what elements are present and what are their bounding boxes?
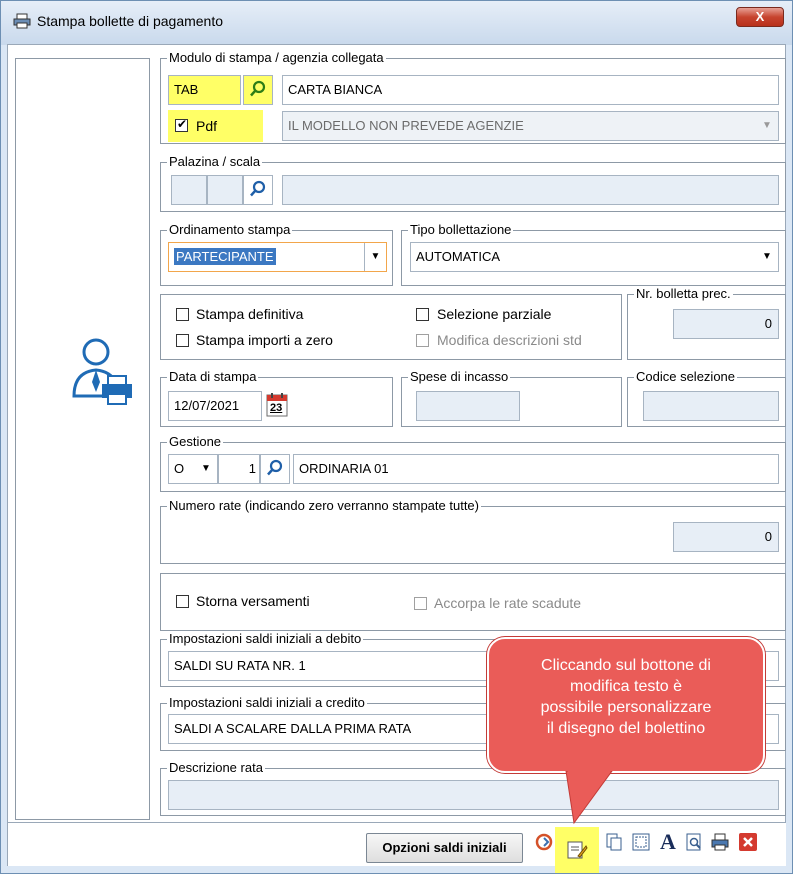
descrizione-rata-field[interactable]: [168, 780, 779, 810]
search-icon: [266, 459, 284, 480]
accorpa-rate-label: Accorpa le rate scadute: [434, 595, 582, 611]
agency-value: IL MODELLO NON PREVEDE AGENZIE: [288, 118, 524, 133]
spese-field[interactable]: [416, 391, 520, 421]
ordinamento-value: PARTECIPANTE: [174, 248, 276, 265]
edit-text-icon: [567, 841, 588, 859]
numero-rate-legend: Numero rate (indicando zero verranno sta…: [167, 498, 481, 513]
pdf-label: Pdf: [196, 118, 218, 134]
storna-versamenti-label: Storna versamenti: [196, 593, 310, 609]
stampa-definitiva-label: Stampa definitiva: [196, 306, 304, 322]
modulo-description-field[interactable]: CARTA BIANCA: [282, 75, 779, 105]
gestione-number-field[interactable]: 1: [218, 454, 260, 484]
gestione-description-field[interactable]: ORDINARIA 01: [293, 454, 779, 484]
printer-icon: [13, 13, 31, 32]
gestione-search-button[interactable]: [260, 454, 290, 484]
gestione-legend: Gestione: [167, 434, 224, 449]
agency-combo[interactable]: IL MODELLO NON PREVEDE AGENZIE ▼: [282, 111, 779, 141]
pdf-checkbox[interactable]: [175, 117, 188, 132]
group-options: [160, 294, 622, 360]
chevron-down-icon: ▼: [201, 463, 211, 474]
modulo-code-field[interactable]: TAB: [168, 75, 241, 105]
copy-icon: [606, 833, 622, 851]
selezione-parziale-checkbox[interactable]: [416, 308, 429, 321]
tipo-legend: Tipo bollettazione: [408, 222, 514, 237]
search-icon: [249, 180, 267, 201]
opzioni-saldi-button[interactable]: Opzioni saldi iniziali: [366, 833, 523, 863]
modulo-legend: Modulo di stampa / agenzia collegata: [167, 50, 386, 65]
numero-rate-field[interactable]: 0: [673, 522, 779, 552]
palazzina-description-field[interactable]: [282, 175, 779, 205]
tipo-combo[interactable]: AUTOMATICA ▼: [410, 242, 779, 272]
nr-bolletta-legend: Nr. bolletta prec.: [634, 286, 733, 301]
data-stampa-field[interactable]: 12/07/2021: [168, 391, 262, 421]
modifica-descrizioni-checkbox[interactable]: [416, 334, 429, 347]
data-stampa-legend: Data di stampa: [167, 369, 259, 384]
left-panel: [15, 58, 150, 820]
tooltip-callout: Cliccando sul bottone di modifica testo …: [487, 637, 765, 773]
window-title: Stampa bollette di pagamento: [37, 13, 224, 29]
nr-bolletta-field[interactable]: 0: [673, 309, 779, 339]
palazzina-field-2[interactable]: [207, 175, 243, 205]
close-dialog-button[interactable]: [736, 829, 760, 855]
close-button[interactable]: X: [736, 7, 784, 27]
chevron-down-icon: ▼: [762, 251, 772, 262]
palazzina-legend: Palazina / scala: [167, 154, 263, 169]
preview-button[interactable]: [682, 829, 706, 855]
chevron-down-icon: ▼: [762, 120, 772, 131]
accorpa-rate-checkbox[interactable]: [414, 597, 427, 610]
palazzina-field-1[interactable]: [171, 175, 207, 205]
printer-icon: [711, 833, 729, 851]
stampa-importi-zero-label: Stampa importi a zero: [196, 332, 333, 348]
calendar-button[interactable]: 23: [266, 392, 288, 418]
storna-versamenti-checkbox[interactable]: [176, 595, 189, 608]
refresh-button[interactable]: [532, 829, 556, 855]
callout-tail: [565, 771, 613, 825]
close-icon: [739, 833, 757, 851]
copy-button[interactable]: [602, 829, 626, 855]
saldi-credito-legend: Impostazioni saldi iniziali a credito: [167, 695, 367, 710]
ordinamento-legend: Ordinamento stampa: [167, 222, 293, 237]
title-bar: Stampa bollette di pagamento X: [1, 1, 792, 45]
stampa-importi-zero-checkbox[interactable]: [176, 334, 189, 347]
spese-legend: Spese di incasso: [408, 369, 511, 384]
descrizione-rata-legend: Descrizione rata: [167, 760, 265, 775]
modulo-search-button[interactable]: [243, 75, 273, 105]
ordinamento-combo[interactable]: PARTECIPANTE ▼: [168, 242, 387, 272]
modifica-descrizioni-label: Modifica descrizioni std: [437, 332, 582, 348]
codice-legend: Codice selezione: [634, 369, 738, 384]
stampa-definitiva-checkbox[interactable]: [176, 308, 189, 321]
callout-line-2: modifica testo è: [569, 678, 683, 695]
edit-text-button[interactable]: [555, 827, 599, 873]
callout-line-1: Cliccando sul bottone di: [541, 657, 711, 674]
callout-line-3: possibile personalizzare: [540, 699, 712, 716]
palazzina-search-button[interactable]: [243, 175, 273, 205]
refresh-icon: [535, 833, 553, 851]
selezione-parziale-label: Selezione parziale: [437, 306, 552, 322]
print-button[interactable]: [708, 829, 732, 855]
font-icon: A: [660, 829, 676, 854]
codice-field[interactable]: [643, 391, 779, 421]
margins-icon: [632, 833, 650, 851]
tipo-value: AUTOMATICA: [416, 249, 501, 264]
gestione-type-value: O: [174, 461, 185, 476]
saldi-debito-legend: Impostazioni saldi iniziali a debito: [167, 631, 364, 646]
font-button[interactable]: A: [656, 829, 680, 855]
margins-button[interactable]: [629, 829, 653, 855]
user-printer-icon: [68, 334, 148, 417]
chevron-down-icon: ▼: [364, 243, 386, 271]
search-icon: [249, 80, 267, 101]
calendar-day: 23: [270, 402, 283, 414]
print-preview-icon: [686, 833, 701, 851]
callout-line-4: il disegno del bolettino: [546, 720, 706, 737]
gestione-type-combo[interactable]: O ▼: [168, 454, 218, 484]
